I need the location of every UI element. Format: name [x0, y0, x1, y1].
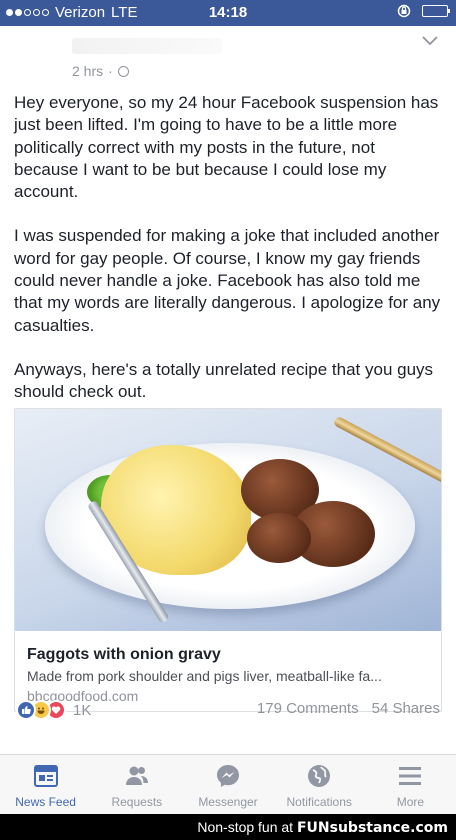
post-header: 2 hrs ·: [0, 26, 456, 88]
tab-news-feed[interactable]: News Feed: [0, 755, 91, 814]
link-preview-card[interactable]: Faggots with onion gravy Made from pork …: [14, 408, 442, 712]
tab-label: Messenger: [198, 795, 258, 809]
link-title[interactable]: Faggots with onion gravy: [27, 645, 429, 665]
shares-count[interactable]: 54 Shares: [372, 700, 440, 717]
news-feed-icon: [33, 765, 58, 787]
post-paragraph-1: Hey everyone, so my 24 hour Facebook sus…: [14, 93, 439, 202]
post-meta: 2 hrs ·: [72, 63, 129, 79]
status-bar: Verizon LTE 14:18: [0, 0, 456, 26]
link-description: Made from pork shoulder and pigs liver, …: [27, 668, 382, 684]
post-stats: 1K 179 Comments 54 Shares: [0, 700, 456, 724]
battery-icon: [422, 5, 450, 17]
status-icons: [396, 4, 450, 18]
tab-messenger[interactable]: Messenger: [182, 755, 273, 814]
tab-label: More: [396, 795, 425, 809]
clock: 14:18: [208, 4, 248, 21]
tab-label: Requests: [111, 795, 163, 809]
site-watermark: Non-stop fun at FUNsubstance.com: [0, 814, 456, 840]
tab-notifications[interactable]: Notifications: [274, 755, 365, 814]
orientation-lock-icon: [397, 4, 411, 18]
link-info[interactable]: Faggots with onion gravy Made from pork …: [15, 631, 441, 706]
meta-separator: ·: [108, 63, 113, 79]
globe-notifications-icon: [308, 765, 331, 787]
public-globe-icon: [117, 65, 129, 77]
post-timestamp[interactable]: 2 hrs: [72, 63, 103, 79]
menu-icon: [399, 767, 422, 785]
watermark-brand: FUNsubstance.com: [296, 820, 448, 836]
meatball: [247, 513, 311, 563]
redacted-author-name: [72, 38, 222, 54]
engagement-counts: 179 Comments 54 Shares: [257, 700, 440, 717]
watermark-text: Non-stop fun at: [197, 819, 294, 835]
feed-post: 2 hrs · Hey everyone, so my 24 hour Face…: [0, 26, 456, 753]
post-paragraph-3: Anyways, here's a totally unrelated reci…: [14, 359, 434, 402]
tab-more[interactable]: More: [365, 755, 456, 814]
messenger-icon: [217, 765, 239, 787]
tab-requests[interactable]: Requests: [91, 755, 182, 814]
post-paragraph-2: I was suspended for making a joke that i…: [14, 226, 441, 335]
reaction-count: 1K: [73, 701, 92, 719]
friend-requests-icon: [125, 766, 148, 785]
tab-label: News Feed: [15, 795, 76, 809]
chevron-down-icon[interactable]: [422, 36, 438, 46]
bottom-tab-bar: News Feed Requests Messenger Notificatio…: [0, 754, 456, 814]
post-body: Hey everyone, so my 24 hour Facebook sus…: [0, 88, 456, 404]
tab-label: Notifications: [286, 795, 352, 809]
like-reaction-icon: [16, 700, 36, 720]
recipe-photo[interactable]: [15, 409, 441, 631]
reaction-summary[interactable]: 1K: [16, 700, 91, 720]
comments-count[interactable]: 179 Comments: [257, 700, 359, 717]
